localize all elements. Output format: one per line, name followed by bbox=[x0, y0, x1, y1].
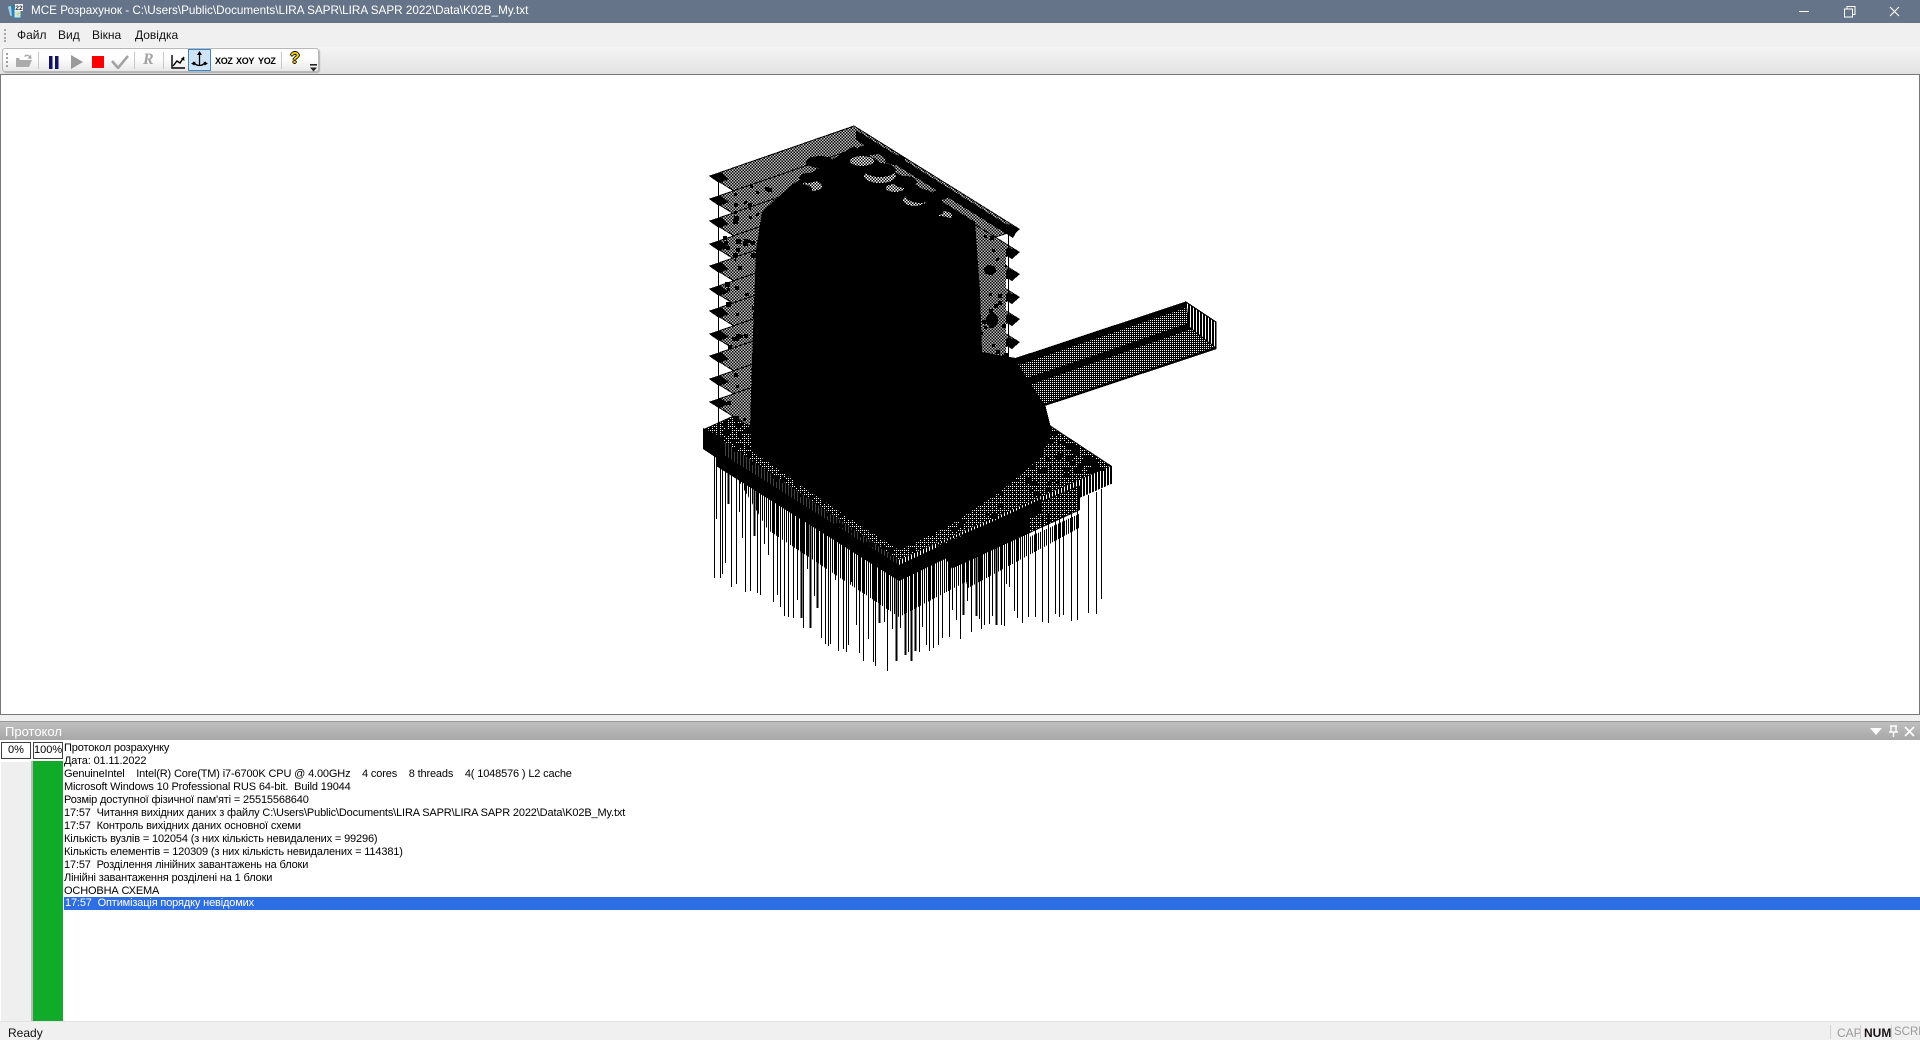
svg-text:22: 22 bbox=[15, 5, 23, 12]
